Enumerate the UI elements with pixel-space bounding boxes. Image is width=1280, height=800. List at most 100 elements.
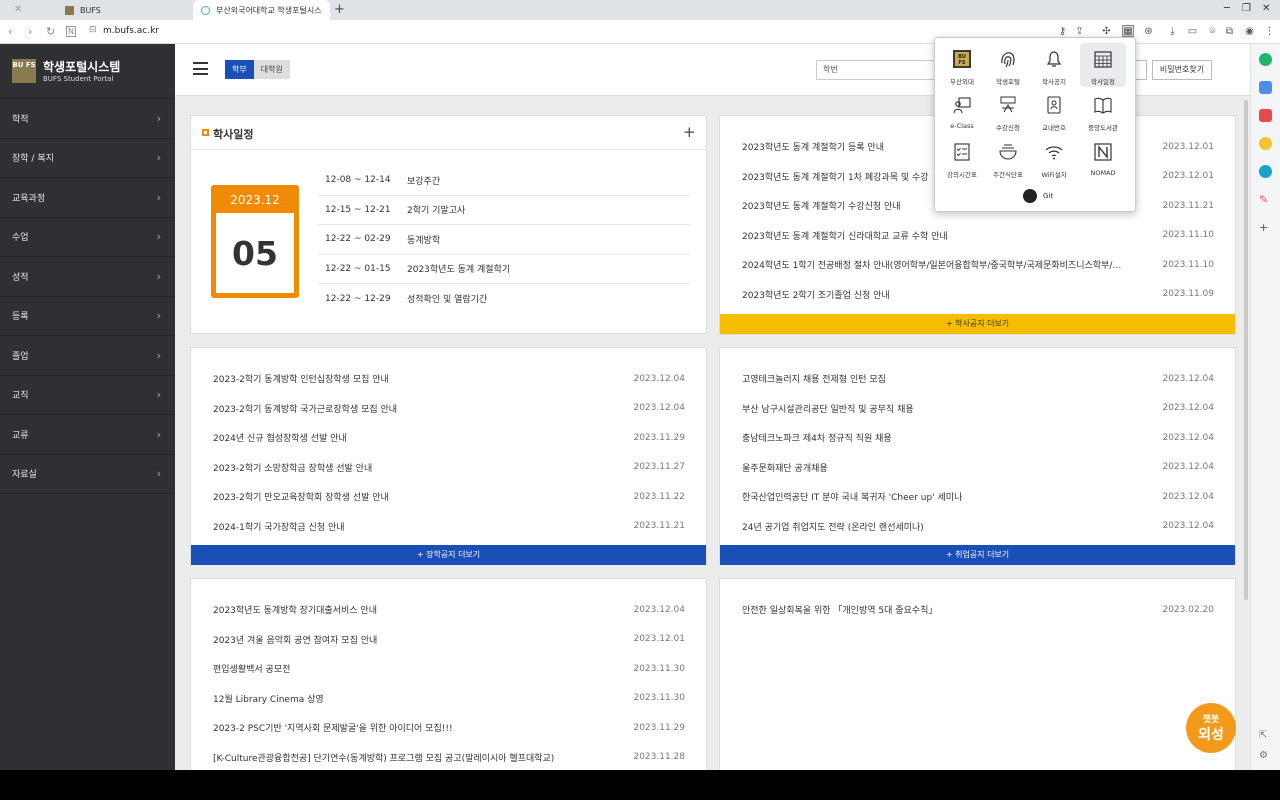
list-item[interactable]: 2023년 겨울 음악회 공연 참여자 모집 안내 2023.12.01 (213, 625, 685, 655)
app-course-registration[interactable]: 수강신청 (985, 89, 1031, 133)
list-item[interactable]: 2023학년도 2학기 조기졸업 신청 안내 2023.11.09 (742, 280, 1214, 310)
list-item[interactable]: 고영테크놀러지 채용 전제형 인턴 모집 2023.12.04 (742, 364, 1214, 394)
sidebar-item-resources[interactable]: 자료실 › (0, 455, 175, 494)
app-timetable[interactable]: 강의시간표 (939, 136, 985, 180)
list-item[interactable]: 충남테크노파크 제4차 정규직 직원 채용 2023.12.04 (742, 423, 1214, 453)
hamburger-menu-icon[interactable] (193, 62, 208, 75)
browser-tab-portal[interactable]: 부산외국어대학교 학생포털시스 (193, 0, 330, 20)
restore-icon[interactable]: ❐ (1242, 3, 1251, 14)
list-item[interactable]: 2023-2학기 소망장학금 장학생 선발 안내 2023.11.27 (213, 453, 685, 483)
git-link[interactable]: Git (1023, 188, 1053, 204)
sidebar-item-graduation[interactable]: 졸업 › (0, 336, 175, 376)
app-academic-notice[interactable]: 학사공지 (1031, 43, 1077, 87)
back-icon[interactable]: ‹ (8, 25, 12, 38)
chevron-right-icon: › (156, 111, 161, 125)
shopping-icon[interactable] (1259, 109, 1272, 122)
calendar-day: 05 (216, 213, 294, 293)
add-panel-icon[interactable]: + (1259, 221, 1272, 234)
find-password-button[interactable]: 비밀번호찾기 (1152, 60, 1212, 80)
browser-menu-icon[interactable]: ✕ (14, 4, 28, 16)
sidebar-item-classes[interactable]: 수업 › (0, 218, 175, 257)
portal-logo[interactable]: BU FS 학생포털시스템 BUFS Student Portal (0, 44, 175, 99)
app-campus-phone[interactable]: 교내번호 (1031, 89, 1077, 133)
tab-graduate[interactable]: 대학원 (253, 60, 290, 79)
new-tab-button[interactable]: + (334, 2, 345, 17)
download-icon[interactable]: ⤓ (1167, 26, 1178, 37)
app-eclass[interactable]: e-Class (939, 89, 985, 133)
portal-extension-icon[interactable]: ▦ (1122, 25, 1134, 37)
app-student-portal[interactable]: 학생포털 (985, 43, 1031, 87)
forward-icon[interactable]: › (28, 25, 32, 38)
page-scrollbar[interactable] (1244, 100, 1248, 600)
url-field[interactable]: m.bufs.ac.kr (103, 26, 159, 36)
app-nomad[interactable]: NOMAD (1080, 136, 1126, 180)
list-item[interactable]: 부산 남구시설관리공단 일반직 및 공무직 채용 2023.12.04 (742, 394, 1214, 424)
key-icon[interactable]: ⚷ (1057, 26, 1068, 37)
profile-icon[interactable]: ◉ (1244, 26, 1255, 37)
scholarship-more-button[interactable]: + 장학공지 더보기 (191, 545, 706, 565)
list-item[interactable]: 2024학년도 1학기 전공배정 절차 안내(영어학부/일본어융합학부/중국학부… (742, 250, 1214, 280)
share-icon[interactable]: ⇪ (1074, 26, 1085, 37)
sidebar-item-exchange[interactable]: 교류 › (0, 415, 175, 455)
close-window-icon[interactable]: ✕ (1262, 3, 1270, 14)
schedule-row: 12-22 ~ 02-29 동계방학 (318, 225, 690, 255)
sidebar-item-curriculum[interactable]: 교육과정 › (0, 178, 175, 218)
chevron-right-icon: › (156, 348, 161, 362)
browser-tab-bufs[interactable]: BUFS (57, 0, 192, 20)
draw-icon[interactable]: ✎ (1259, 193, 1272, 206)
chevron-right-icon: › (156, 269, 161, 283)
sidebar-item-academic-record[interactable]: 학적 › (0, 99, 175, 139)
list-item[interactable]: 한국산업인력공단 IT 분야 국내 복귀자 'Cheer up' 세미나 2023… (742, 482, 1214, 512)
sidebar-item-grades[interactable]: 성적 › (0, 257, 175, 297)
list-item[interactable]: 안전한 일상회복을 위한 「개인방역 5대 중요수칙」 2023.02.20 (742, 595, 1214, 625)
sidebar-toggle-icon[interactable]: ▭ (1187, 26, 1198, 37)
list-item[interactable]: 2023-2학기 만오교육장학회 장학생 선발 안내 2023.11.22 (213, 482, 685, 512)
list-item[interactable]: 편입생활백서 공모전 2023.11.30 (213, 654, 685, 684)
list-item[interactable]: 2023학년도 동계방학 장기대출서비스 안내 2023.12.04 (213, 595, 685, 625)
edge-icon[interactable] (1259, 165, 1272, 178)
list-item[interactable]: 2023학년도 동계 계절학기 신라대학교 교류 수학 안내 2023.11.10 (742, 221, 1214, 251)
jobs-more-button[interactable]: + 취업공지 더보기 (720, 545, 1235, 565)
list-item[interactable]: 2024년 신규 협성장학생 선발 안내 2023.11.29 (213, 423, 685, 453)
list-item[interactable]: [K-Culture관광융합전공] 단기연수(동계방학) 프로그램 모집 공고(… (213, 743, 685, 771)
student-id-input[interactable]: 학번 (816, 60, 936, 80)
list-item[interactable]: 2023-2 PSC기반 '지역사회 문제발굴'을 위한 아이디어 모집!!! 2… (213, 713, 685, 743)
tools-icon[interactable] (1259, 81, 1272, 94)
chatbot-button[interactable]: 챗봇 외성 (1186, 703, 1236, 753)
app-wifi-setup[interactable]: WiFi설치 (1031, 136, 1077, 180)
schedule-add-icon[interactable]: + (683, 123, 696, 141)
app-weekly-menu[interactable]: 주간식단표 (985, 136, 1031, 180)
chevron-right-icon: › (156, 309, 161, 323)
schedule-header: 학사일정 + (191, 116, 706, 150)
list-item[interactable]: 12월 Library Cinema 상영 2023.11.30 (213, 684, 685, 714)
favorites-icon[interactable] (1259, 137, 1272, 150)
puzzle-icon[interactable]: ⊛ (1143, 26, 1154, 37)
portal-subtitle: BUFS Student Portal (43, 75, 114, 83)
sidebar-item-registration[interactable]: 등록 › (0, 297, 175, 336)
app-bufs[interactable]: BU FS 부산외대 (939, 43, 985, 87)
capture-icon[interactable]: ⌾ (1207, 26, 1218, 37)
minimize-icon[interactable]: ─ (1224, 3, 1230, 14)
list-item[interactable]: 2023-2학기 동계방학 국가근로장학생 모집 안내 2023.12.04 (213, 394, 685, 424)
app-central-library[interactable]: 중앙도서관 (1080, 89, 1126, 133)
copilot-icon[interactable] (1259, 53, 1272, 66)
open-external-icon[interactable]: ⇱ (1259, 730, 1272, 743)
more-menu-icon[interactable]: ⋮ (1264, 26, 1275, 37)
reload-icon[interactable]: ↻ (46, 25, 55, 38)
list-item[interactable]: 2023-2학기 동계방학 인턴십장학생 모집 안내 2023.12.04 (213, 364, 685, 394)
list-item[interactable]: 울주문화재단 공개채용 2023.12.04 (742, 453, 1214, 483)
app-academic-calendar[interactable]: 학사일정 (1080, 43, 1126, 87)
reader-icon[interactable]: N (66, 26, 76, 37)
security-icon[interactable]: ⊟ (89, 25, 97, 35)
tab-undergraduate[interactable]: 학부 (225, 60, 254, 79)
list-item[interactable]: 24년 공기업 취업지도 전략 (온라인 랜선세미나) 2023.12.04 (742, 512, 1214, 542)
academic-more-button[interactable]: + 학사공지 더보기 (720, 314, 1235, 334)
sidebar-item-scholarship[interactable]: 장학 / 복지 › (0, 139, 175, 178)
portal-favicon-icon (201, 5, 210, 15)
sidebar-item-teaching[interactable]: 교직 › (0, 376, 175, 415)
person-board-icon (953, 97, 971, 114)
extension-icon[interactable]: ✣ (1101, 26, 1112, 37)
settings-icon[interactable]: ⚙ (1259, 750, 1272, 763)
list-item[interactable]: 2024-1학기 국가장학금 신청 안내 2023.11.21 (213, 512, 685, 542)
collections-icon[interactable]: ⧉ (1224, 26, 1235, 37)
